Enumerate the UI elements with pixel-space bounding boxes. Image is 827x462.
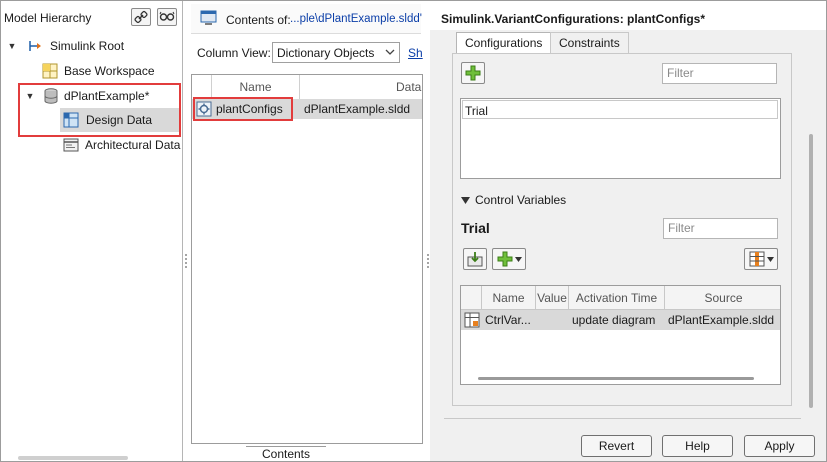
column-header-activation-time[interactable]: Activation Time — [569, 286, 665, 310]
workspace-icon — [42, 63, 58, 79]
filter-contents-button[interactable] — [157, 8, 177, 26]
tree-item-label: Architectural Data — [85, 138, 181, 152]
column-header-source[interactable]: Source — [665, 286, 780, 310]
chevron-down-icon — [385, 49, 395, 55]
control-variables-table: Name Value Activation Time Source CtrlVa… — [460, 285, 781, 385]
chevron-down-icon[interactable]: ▼ — [6, 41, 18, 51]
tab-configurations-label: Configurations — [465, 36, 543, 50]
column-header-name[interactable]: Name — [482, 286, 536, 310]
tree-item-architectural-data[interactable]: Architectural Data — [63, 134, 180, 156]
apply-button-label: Apply — [764, 439, 795, 453]
caret-down-icon — [514, 256, 522, 262]
revert-button[interactable]: Revert — [581, 435, 652, 457]
contents-path-link[interactable]: ...ple\dPlantExample.sldd' — [290, 13, 422, 25]
caret-down-icon — [766, 256, 774, 262]
column-header-icon — [461, 286, 482, 310]
table-row[interactable]: CtrlVar... update diagram dPlantExample.… — [461, 310, 780, 330]
property-title: Simulink.VariantConfigurations: plantCon… — [441, 12, 706, 26]
revert-button-label: Revert — [598, 439, 635, 453]
import-control-variables-button[interactable] — [463, 248, 487, 270]
list-item[interactable]: Trial — [462, 100, 778, 119]
control-variables-filter-input[interactable]: Filter — [663, 218, 778, 239]
ctrl-var-name: CtrlVar... — [485, 313, 531, 327]
link-button[interactable] — [131, 8, 151, 26]
add-control-variable-button[interactable] — [492, 248, 526, 270]
triangle-down-icon — [461, 196, 470, 204]
contents-header: Contents of: ...ple\dPlantExample.sldd' — [191, 4, 422, 34]
column-view-select[interactable]: Dictionary Objects — [272, 42, 400, 63]
footer-separator — [444, 418, 801, 419]
horizontal-scrollbar[interactable] — [478, 377, 754, 380]
architectural-data-icon — [63, 138, 79, 152]
show-details-link[interactable]: Sh — [408, 46, 423, 60]
property-inspector-pane: Simulink.VariantConfigurations: plantCon… — [430, 0, 827, 462]
configurations-list: Trial — [460, 98, 781, 179]
tab-constraints-label: Constraints — [559, 36, 620, 50]
selected-config-title: Trial — [461, 220, 490, 236]
model-hierarchy-title: Model Hierarchy — [4, 11, 92, 25]
column-header-value[interactable]: Value — [536, 286, 569, 310]
contents-table: Name DataSource plantConfigs dPlantExamp… — [191, 74, 423, 444]
tab-constraints[interactable]: Constraints — [550, 32, 629, 54]
column-header-datasource[interactable]: DataSource — [300, 75, 422, 99]
property-header: Simulink.VariantConfigurations: plantCon… — [430, 0, 827, 30]
splitter-grip-left[interactable] — [184, 252, 188, 272]
glasses-icon — [159, 11, 175, 21]
apply-button[interactable]: Apply — [744, 435, 815, 457]
tree-item-base-workspace[interactable]: Base Workspace — [42, 60, 155, 82]
row-datasource: dPlantExample.sldd — [304, 102, 411, 116]
grip-dots-icon — [185, 254, 187, 268]
column-options-button[interactable] — [744, 248, 778, 270]
vertical-scrollbar[interactable] — [809, 134, 813, 408]
tree-item-label: Simulink Root — [50, 39, 125, 53]
tab-contents-label: Contents — [261, 447, 311, 461]
highlight-box-row — [193, 97, 293, 121]
help-button-label: Help — [685, 439, 710, 453]
tree-item-simulink-root[interactable]: ▼ Simulink Root — [6, 35, 125, 57]
help-button[interactable]: Help — [662, 435, 733, 457]
column-view-value: Dictionary Objects — [277, 46, 375, 60]
highlight-box-tree — [18, 83, 181, 137]
column-header-name[interactable]: Name — [212, 75, 300, 99]
control-variables-label: Control Variables — [475, 193, 567, 207]
control-variable-icon — [464, 312, 480, 328]
import-icon — [467, 252, 483, 267]
contents-icon — [200, 10, 217, 25]
configurations-filter-input[interactable]: Filter — [662, 63, 777, 84]
simulink-root-icon — [29, 41, 41, 51]
link-icon — [134, 10, 148, 24]
tab-contents[interactable]: Contents — [246, 446, 326, 462]
column-view-label: Column View: — [197, 46, 271, 60]
contents-prefix: Contents of: — [226, 13, 291, 27]
add-configuration-button[interactable] — [461, 62, 485, 84]
control-variables-toggle[interactable]: Control Variables — [461, 193, 566, 207]
plus-icon — [465, 65, 481, 81]
control-variables-header: Name Value Activation Time Source — [461, 286, 780, 310]
model-hierarchy-pane: Model Hierarchy ▼ Simulink Root Base Wor… — [0, 0, 183, 462]
ctrl-var-activation: update diagram — [572, 313, 656, 327]
table-columns-icon — [749, 251, 764, 267]
configuration-name: Trial — [465, 104, 488, 118]
column-header-icon — [192, 75, 212, 99]
model-hierarchy-header: Model Hierarchy — [0, 0, 183, 34]
horizontal-scrollbar[interactable] — [18, 456, 128, 460]
plus-icon — [497, 251, 512, 267]
tab-configurations[interactable]: Configurations — [456, 32, 552, 54]
tree-item-label: Base Workspace — [64, 64, 155, 78]
ctrl-var-source: dPlantExample.sldd — [668, 313, 775, 327]
